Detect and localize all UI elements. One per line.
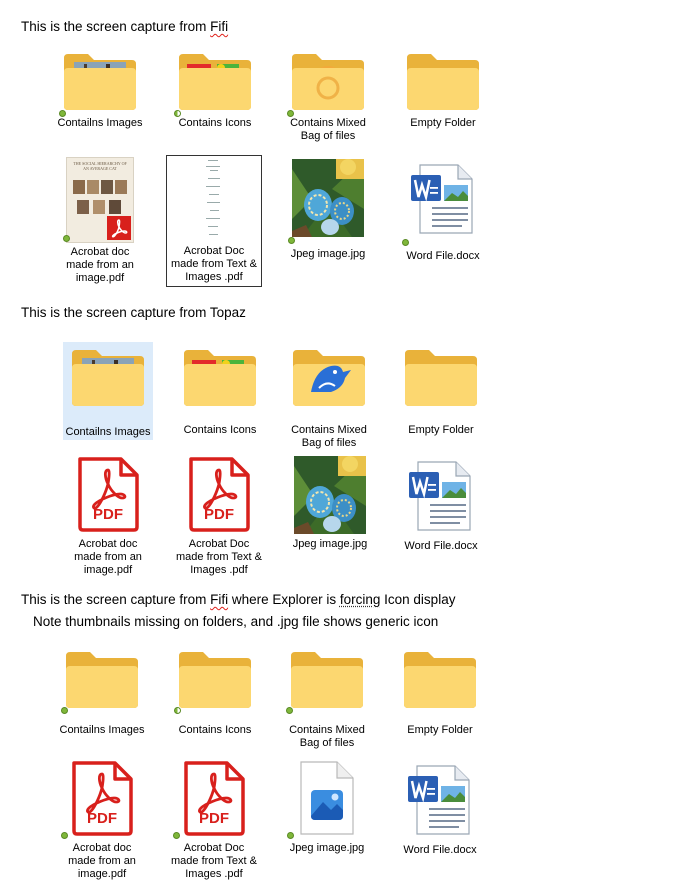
- item-label: Empty Folder: [407, 724, 473, 736]
- folder-empty[interactable]: Empty Folder: [393, 52, 493, 130]
- word-document-icon: [405, 762, 475, 838]
- folder-contains-images[interactable]: Contailns Images: [52, 650, 152, 737]
- item-label: Acrobat Doc made from Text & Images .pdf: [176, 538, 262, 576]
- caption-middle: where Explorer is: [228, 592, 340, 607]
- word-document-icon: [408, 161, 478, 237]
- item-label: Acrobat doc made from an image.pdf: [66, 246, 134, 284]
- caption-name: Fifi: [210, 19, 229, 34]
- folder-contains-icons[interactable]: Contains Icons: [165, 52, 265, 130]
- file-jpeg-image[interactable]: Jpeg image.jpg: [278, 157, 378, 261]
- item-label: Contailns Images: [65, 426, 151, 438]
- pdf-badge-text: PDF: [93, 506, 123, 523]
- file-acrobat-image-pdf[interactable]: THE SOCIAL HIERARCHY OF AN AVERAGE CAT A…: [50, 157, 150, 285]
- folder-contains-images-selected[interactable]: Contailns Images: [63, 342, 153, 440]
- sync-status-icon: [63, 235, 70, 242]
- caption-note: Note thumbnails missing on folders, and …: [33, 614, 439, 629]
- item-label: Word File.docx: [406, 250, 480, 262]
- sync-status-icon: [402, 239, 409, 246]
- folder-empty[interactable]: Empty Folder: [390, 650, 490, 737]
- caption-topaz: This is the screen capture from Topaz: [21, 305, 246, 320]
- item-label: Jpeg image.jpg: [289, 842, 365, 854]
- easter-eggs-photo-thumbnail: [292, 159, 364, 237]
- folder-with-mixed-files-icon: [290, 52, 366, 112]
- folder-with-bird-icon: [291, 348, 367, 408]
- empty-folder-icon: [402, 650, 478, 710]
- folder-contains-icons[interactable]: Contains Icons: [170, 348, 270, 437]
- sync-status-icon: [174, 110, 181, 117]
- word-document-icon: [406, 458, 476, 534]
- file-acrobat-image-pdf[interactable]: PDF Acrobat doc made from an image.pdf: [52, 760, 152, 881]
- empty-folder-icon: [403, 348, 479, 408]
- caption-prefix: This is the screen capture from: [21, 592, 211, 607]
- caption-fifi-forced: This is the screen capture from Fifi whe…: [21, 592, 455, 607]
- folder-with-photo-thumbnail-icon: [70, 348, 146, 408]
- sync-status-icon: [59, 110, 66, 117]
- caption-name: Fifi: [210, 592, 229, 607]
- file-word-docx[interactable]: Word File.docx: [393, 157, 493, 263]
- item-label: Empty Folder: [410, 117, 476, 129]
- item-label: Empty Folder: [408, 424, 474, 436]
- item-label: Acrobat doc made from an image.pdf: [68, 842, 136, 880]
- item-label: Acrobat Doc made from Text & Images .pdf: [171, 245, 257, 283]
- item-label: Contains Icons: [178, 117, 252, 129]
- sync-status-icon: [174, 707, 181, 714]
- item-label: Acrobat Doc made from Text & Images .pdf: [171, 842, 257, 880]
- file-word-docx[interactable]: Word File.docx: [391, 456, 491, 553]
- folder-mixed-bag[interactable]: Contains Mixed Bag of files: [277, 650, 377, 750]
- sync-status-icon: [61, 707, 68, 714]
- empty-folder-icon: [64, 650, 140, 710]
- sync-status-icon: [173, 832, 180, 839]
- folder-with-photo-thumbnail-icon: [62, 52, 138, 112]
- item-label: Jpeg image.jpg: [292, 538, 368, 550]
- generic-image-file-icon: [297, 760, 357, 836]
- sync-status-icon: [61, 832, 68, 839]
- folder-empty[interactable]: Empty Folder: [391, 348, 491, 437]
- file-acrobat-text-pdf[interactable]: Acrobat Doc made from Text & Images .pdf: [166, 155, 262, 287]
- pdf-badge-text: PDF: [204, 506, 234, 523]
- folder-mixed-bag[interactable]: Contains Mixed Bag of files: [278, 52, 378, 143]
- folder-mixed-bag[interactable]: Contains Mixed Bag of files: [279, 348, 379, 450]
- item-label: Word File.docx: [404, 540, 478, 552]
- sync-status-icon: [286, 707, 293, 714]
- caption-emphasis: forcing: [339, 592, 381, 607]
- pdf-text-thumbnail-icon: [192, 156, 236, 240]
- empty-folder-icon: [177, 650, 253, 710]
- file-jpeg-image[interactable]: Jpeg image.jpg: [280, 456, 380, 551]
- empty-folder-icon: [289, 650, 365, 710]
- item-label: Jpeg image.jpg: [290, 248, 366, 260]
- acrobat-badge-icon: [107, 216, 131, 240]
- item-label: Contains Icons: [178, 724, 252, 736]
- item-label: Word File.docx: [403, 844, 477, 856]
- pdf-badge-text: PDF: [87, 810, 117, 827]
- pdf-thumbnail-title: THE SOCIAL HIERARCHY OF AN AVERAGE CAT: [73, 161, 127, 171]
- folder-with-puzzle-icon: [182, 348, 258, 408]
- item-label: Contains Mixed Bag of files: [291, 424, 367, 449]
- sync-status-icon: [288, 237, 295, 244]
- sync-status-icon: [287, 832, 294, 839]
- pdf-image-thumbnail-icon: THE SOCIAL HIERARCHY OF AN AVERAGE CAT: [66, 157, 134, 243]
- file-word-docx[interactable]: Word File.docx: [390, 760, 490, 857]
- item-label: Contailns Images: [57, 117, 143, 129]
- item-label: Acrobat doc made from an image.pdf: [74, 538, 142, 576]
- item-label: Contains Mixed Bag of files: [289, 724, 365, 749]
- file-acrobat-image-pdf[interactable]: PDF Acrobat doc made from an image.pdf: [58, 456, 158, 577]
- file-acrobat-text-pdf[interactable]: PDF Acrobat Doc made from Text & Images …: [164, 760, 264, 881]
- folder-contains-images[interactable]: Contailns Images: [50, 52, 150, 130]
- caption-prefix: This is the screen capture from: [21, 19, 211, 34]
- item-label: Contailns Images: [59, 724, 145, 736]
- caption-suffix: Icon display: [380, 592, 456, 607]
- pdf-badge-text: PDF: [199, 810, 229, 827]
- item-label: Contains Icons: [183, 424, 257, 436]
- folder-contains-icons[interactable]: Contains Icons: [165, 650, 265, 737]
- caption-name: Topaz: [209, 305, 246, 320]
- item-label: Contains Mixed Bag of files: [290, 117, 366, 142]
- file-jpeg-image[interactable]: Jpeg image.jpg: [277, 760, 377, 855]
- file-acrobat-text-pdf[interactable]: PDF Acrobat Doc made from Text & Images …: [169, 456, 269, 577]
- sync-status-icon: [287, 110, 294, 117]
- caption-fifi: This is the screen capture from Fifi: [21, 19, 228, 34]
- folder-with-puzzle-icon: [177, 52, 253, 112]
- easter-eggs-photo-thumbnail: [294, 456, 366, 534]
- caption-prefix: This is the screen capture from: [21, 305, 210, 320]
- empty-folder-icon: [405, 52, 481, 112]
